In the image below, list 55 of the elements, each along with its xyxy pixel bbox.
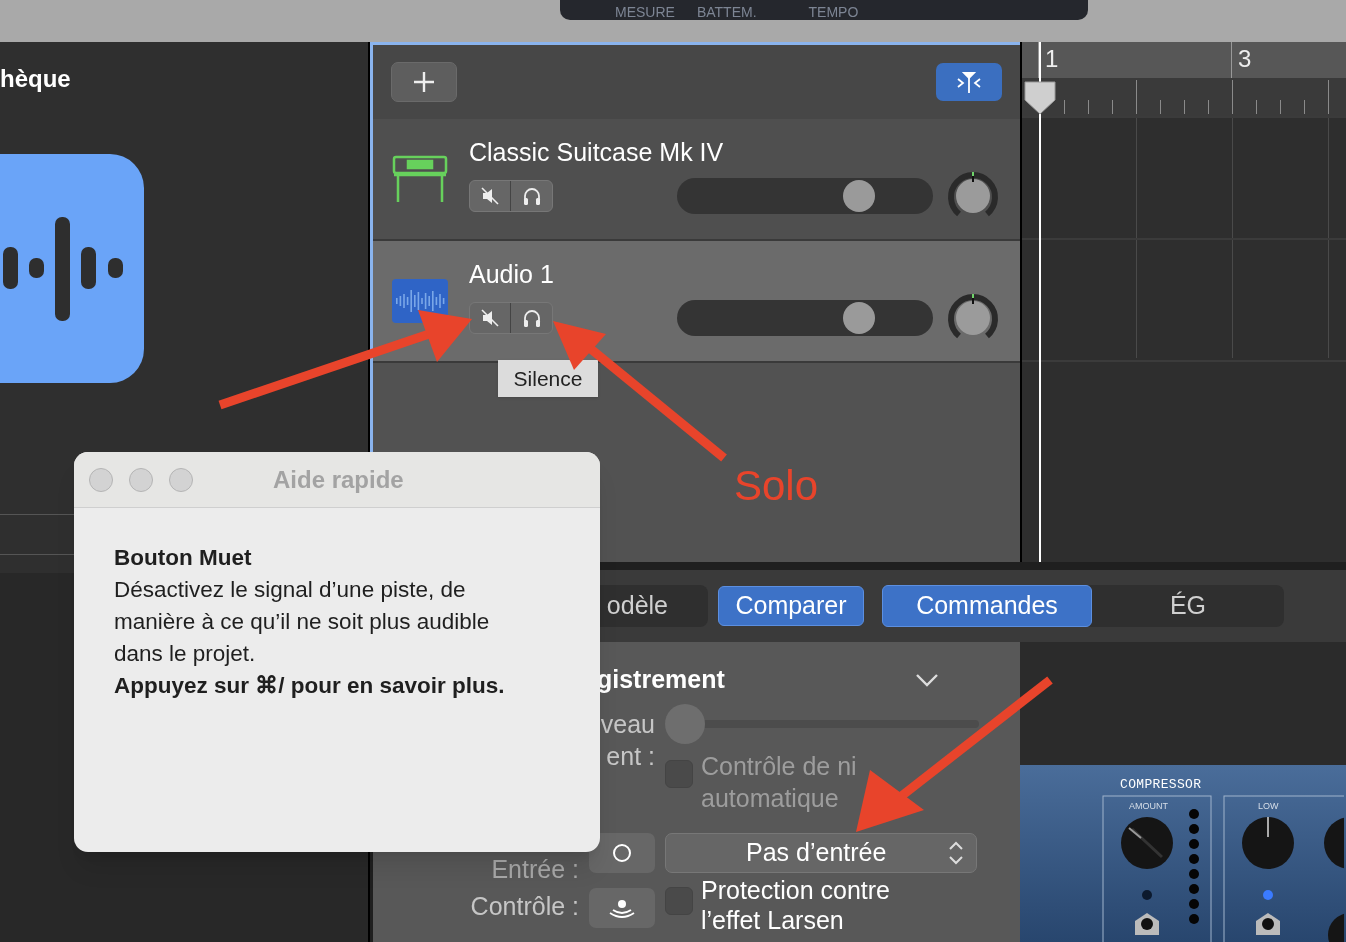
compressor-controls-drawing[interactable] xyxy=(1102,795,1344,942)
annotation-label: Solo xyxy=(734,461,819,511)
help-hint: Appuyez sur ⌘/ pour en savoir plus. xyxy=(114,672,506,700)
slider-thumb[interactable] xyxy=(842,180,875,212)
section-title: gistrement xyxy=(597,664,725,696)
chevron-down-icon[interactable] xyxy=(915,673,939,687)
monitor-button[interactable] xyxy=(589,888,655,928)
track-header[interactable]: Audio 1 xyxy=(373,241,1020,363)
checkbox-label: automatique xyxy=(701,783,839,814)
audio-recorder-tile[interactable] xyxy=(0,154,144,383)
knob-label: LOW xyxy=(1258,800,1279,813)
up-down-chevron-icon xyxy=(948,840,964,866)
field-label: Contrôle : xyxy=(470,891,579,923)
field-label: Entrée : xyxy=(491,855,579,883)
volume-slider[interactable] xyxy=(677,300,933,336)
merge-icon xyxy=(955,70,983,94)
keyboard-icon xyxy=(392,155,448,203)
waveform-icon xyxy=(0,216,124,321)
monitoring-icon xyxy=(608,897,636,919)
tab[interactable]: Commandes xyxy=(882,585,1092,627)
select-value: Pas d’entrée xyxy=(746,837,887,869)
slider-thumb[interactable] xyxy=(842,302,875,334)
checkbox-label: Protection contre l’effet Larsen xyxy=(701,875,891,935)
volume-slider[interactable] xyxy=(677,178,933,214)
knob-label: AMOUNT xyxy=(1129,800,1168,813)
slider-thumb[interactable] xyxy=(665,704,705,744)
lcd-label: TEMPO xyxy=(808,5,859,20)
track-name: Classic Suitcase Mk IV xyxy=(469,137,724,168)
field-label: ent : xyxy=(606,741,655,772)
smart-tempo-button[interactable] xyxy=(936,63,1002,101)
input-select[interactable]: Pas d’entrée xyxy=(665,833,977,873)
help-text: Désactivez le signal d’une piste, de manière à ce qu’il ne soit plus audible dans le projet. xyxy=(114,576,491,668)
speaker-muted-icon xyxy=(480,308,500,328)
timeline-ruler[interactable]: 1 3 xyxy=(1022,42,1346,78)
headphones-icon xyxy=(521,186,542,206)
input-button[interactable] xyxy=(589,833,655,873)
headphones-icon xyxy=(521,308,542,328)
window-title: Aide rapide xyxy=(273,464,404,495)
compare-button[interactable]: Comparer xyxy=(718,586,864,626)
speaker-muted-icon xyxy=(480,186,500,206)
plus-icon xyxy=(413,71,435,93)
library-title: hèque xyxy=(0,64,72,94)
tab[interactable]: ÉG xyxy=(1092,585,1284,627)
circle-icon xyxy=(612,843,632,863)
record-level-slider[interactable] xyxy=(665,704,979,744)
plugin-title: COMPRESSOR xyxy=(1120,776,1202,794)
playhead-handle-icon[interactable] xyxy=(1022,80,1058,116)
add-track-button[interactable] xyxy=(391,62,457,102)
track-name: Audio 1 xyxy=(469,259,554,290)
lcd-label: BATTEM. xyxy=(696,5,757,20)
lcd-label: MESURE xyxy=(615,5,675,20)
help-heading: Bouton Muet xyxy=(114,544,253,572)
tooltip: Silence xyxy=(498,360,598,397)
field-label: veau xyxy=(600,709,655,740)
checkbox-label: Contrôle de ni xyxy=(701,751,857,782)
